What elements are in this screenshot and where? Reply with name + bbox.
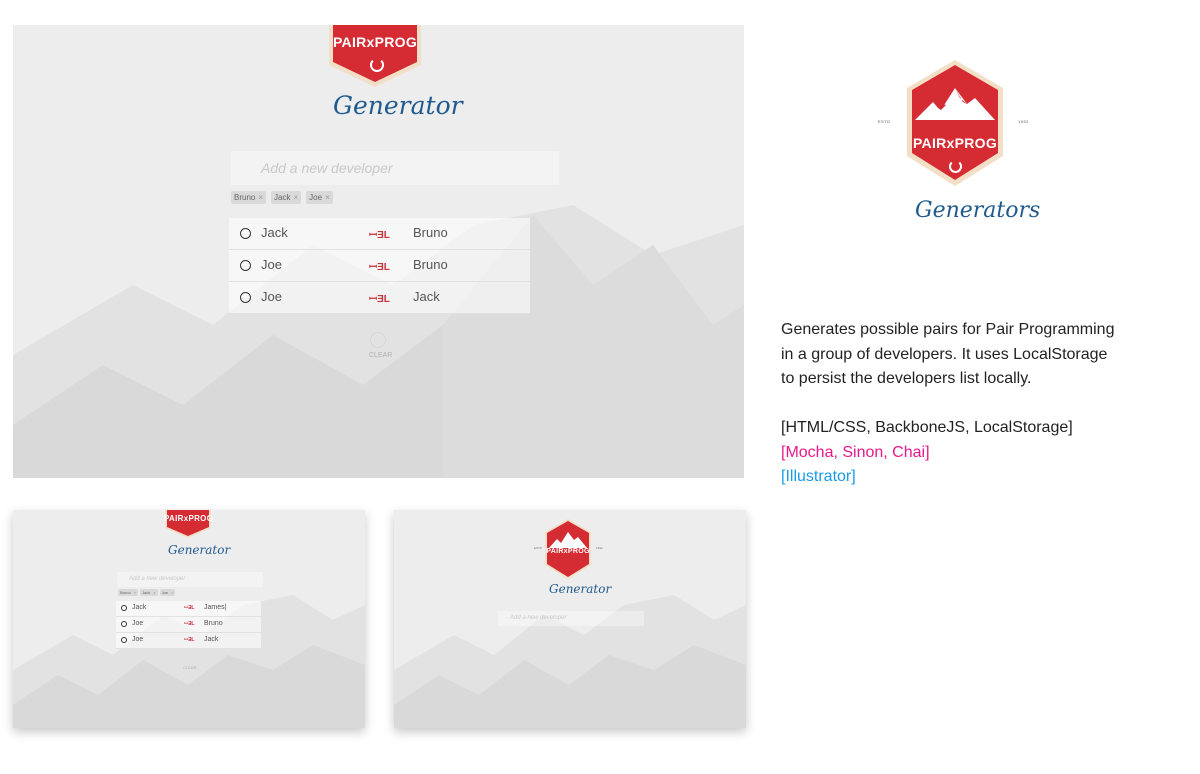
description-line: in a group of developers. It uses LocalS… <box>781 345 1108 363</box>
main-screenshot: PAIRxPROG Generator Add a new developer … <box>13 25 744 478</box>
developer-tags: Bruno × Jack × Joe × <box>118 589 176 596</box>
year-label: 1992 <box>1018 119 1029 124</box>
pairs-list: Jack ꟷƎL James| Joe ꟷƎL Bruno Joe ꟷƎL Ja… <box>116 601 261 649</box>
pair-link-icon: ꟷƎL <box>369 294 390 305</box>
pair-row: Joe ꟷƎL Bruno <box>229 250 530 282</box>
clear-label[interactable]: CLEAR <box>369 352 392 359</box>
thumbnail-pairs: PAIRxPROG Generator Add a new developer … <box>13 510 365 728</box>
refresh-icon[interactable] <box>370 58 384 72</box>
developer-face-icon <box>240 292 251 303</box>
hero-logo: ESTD 1992 PAIRxPROG Generators <box>878 58 1041 238</box>
developer-tag[interactable]: Jack × <box>271 191 302 204</box>
pair-right-name: Bruno <box>204 620 223 627</box>
add-developer-input[interactable]: Add a new developer <box>231 151 559 185</box>
developer-tag[interactable]: Bruno × <box>231 191 267 204</box>
pair-left-name: Joe <box>132 620 144 627</box>
pair-left-name: Joe <box>261 289 282 304</box>
developer-tag[interactable]: Bruno × <box>118 589 139 596</box>
brand-title: PAIRxPROG <box>546 548 590 555</box>
pair-right-name: Bruno <box>413 257 448 272</box>
project-description: Generates possible pairs for Pair Progra… <box>781 318 1181 490</box>
pair-right-name: Jack <box>413 289 440 304</box>
developer-tags: Bruno × Jack × Joe × <box>231 191 333 204</box>
brand-title: PAIRxPROG <box>332 34 418 50</box>
developer-face-icon <box>121 605 127 611</box>
remove-tag-icon[interactable]: × <box>171 590 173 595</box>
developer-face-icon <box>240 228 251 239</box>
refresh-icon <box>949 160 962 173</box>
developer-face-icon <box>121 621 127 627</box>
remove-tag-icon[interactable]: × <box>293 193 298 202</box>
pair-link-icon: ꟷƎL <box>184 621 195 627</box>
remove-tag-icon[interactable]: × <box>325 193 330 202</box>
pair-link-icon: ꟷƎL <box>184 605 195 611</box>
description-line: to persist the developers list locally. <box>781 370 1032 387</box>
thumbnail-empty: ESTD 1992 PAIRxPROG Generator Add a new … <box>394 510 746 728</box>
design-tools: [Illustrator] <box>781 468 856 485</box>
pair-right-name: Jack <box>204 636 219 643</box>
add-developer-input[interactable]: Add a new developer <box>498 611 644 626</box>
pair-link-icon: ꟷƎL <box>184 637 195 643</box>
pair-right-name: James| <box>204 604 227 611</box>
brand-title: PAIRxPROG <box>164 514 214 523</box>
clear-button[interactable] <box>370 332 386 348</box>
remove-tag-icon[interactable]: × <box>258 193 263 202</box>
developer-tag[interactable]: Joe × <box>306 191 333 204</box>
add-developer-input[interactable]: Add a new developer <box>117 572 263 587</box>
developer-face-icon <box>240 260 251 271</box>
clear-label[interactable]: CLEAR <box>183 665 196 670</box>
description-line: Generates possible pairs for Pair Progra… <box>781 321 1115 338</box>
estd-label: ESTD <box>534 546 543 550</box>
generator-subtitle: Generator <box>333 91 463 120</box>
tech-stack: [HTML/CSS, BackboneJS, LocalStorage] <box>781 419 1073 436</box>
pairs-list: Jack ꟷƎL Bruno Joe ꟷƎL Bruno Joe ꟷƎL Jac… <box>229 218 530 314</box>
pair-row: Joe ꟷƎL Jack <box>116 633 261 649</box>
pair-row: Joe ꟷƎL Jack <box>229 282 530 314</box>
generators-subtitle: Generators <box>915 198 1041 223</box>
testing-stack: [Mocha, Sinon, Chai] <box>781 443 930 461</box>
pair-right-name: Bruno <box>413 225 448 240</box>
generator-subtitle: Generator <box>549 582 612 596</box>
pair-left-name: Jack <box>261 225 288 240</box>
pair-row: Jack ꟷƎL James| <box>116 601 261 617</box>
hero-brand-title: PAIRxPROG <box>912 135 998 151</box>
pair-row: Joe ꟷƎL Bruno <box>116 617 261 633</box>
pair-left-name: Joe <box>132 636 144 643</box>
pair-left-name: Joe <box>261 257 282 272</box>
year-label: 1992 <box>596 546 603 550</box>
remove-tag-icon[interactable]: × <box>134 590 136 595</box>
developer-tag[interactable]: Joe × <box>159 589 176 596</box>
generator-subtitle: Generator <box>168 543 231 557</box>
developer-tag[interactable]: Jack × <box>140 589 158 596</box>
pair-row: Jack ꟷƎL Bruno <box>229 218 530 250</box>
pair-left-name: Jack <box>132 604 147 611</box>
pair-link-icon: ꟷƎL <box>369 262 390 273</box>
estd-label: ESTD <box>878 119 891 124</box>
developer-face-icon <box>121 637 127 643</box>
remove-tag-icon[interactable]: × <box>153 590 155 595</box>
pair-link-icon: ꟷƎL <box>369 230 390 241</box>
